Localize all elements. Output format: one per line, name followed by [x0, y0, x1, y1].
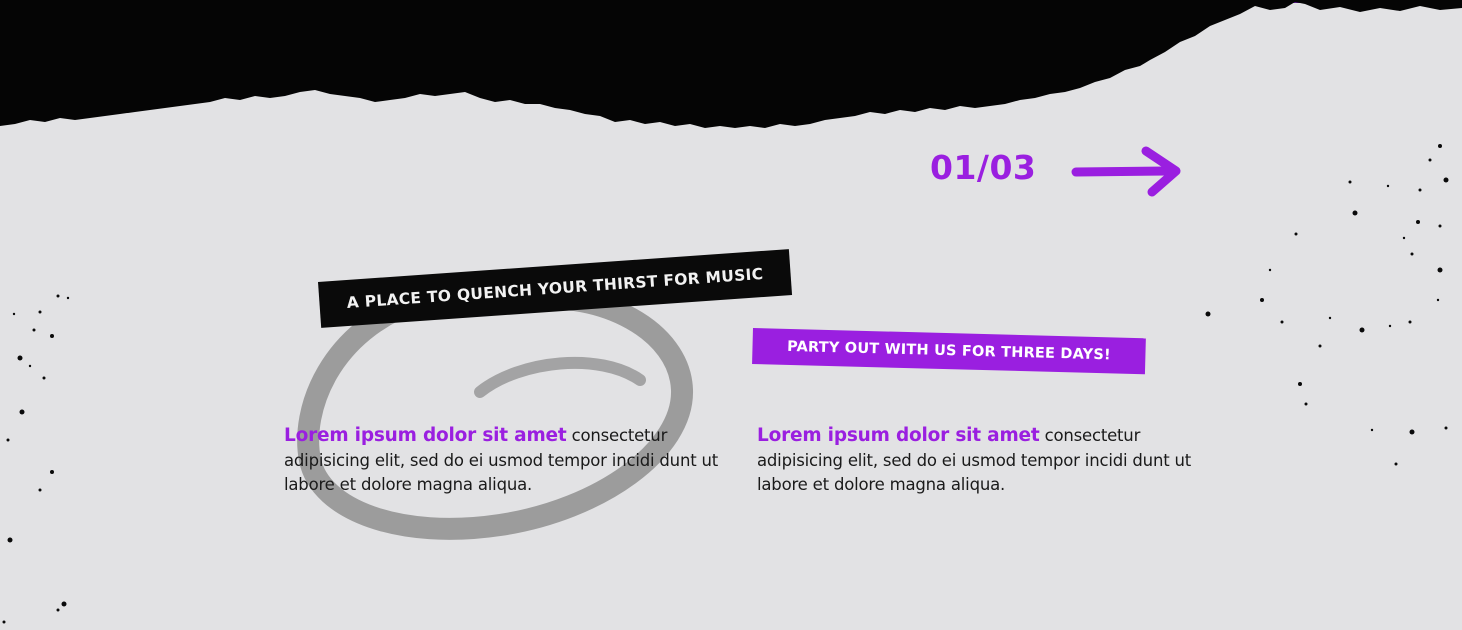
hero-section: 01/03 A PLACE TO QUENCH YOUR THIRST FOR …	[0, 0, 1462, 630]
column-highlight: Lorem ipsum dolor sit amet	[757, 425, 1040, 446]
ink-splatter-right	[1205, 144, 1449, 466]
column-highlight: Lorem ipsum dolor sit amet	[284, 425, 567, 446]
text-column-1: Lorem ipsum dolor sit amet consectetur a…	[284, 424, 724, 498]
text-column-2: Lorem ipsum dolor sit amet consectetur a…	[757, 424, 1197, 498]
ink-splatter-left	[2, 294, 70, 624]
torn-paper-background	[0, 0, 1462, 624]
arrow-right-icon	[1071, 146, 1181, 197]
torn-paper-edge	[0, 0, 1462, 128]
slide-counter: 01/03	[930, 148, 1037, 187]
next-slide-button[interactable]	[1068, 142, 1186, 202]
